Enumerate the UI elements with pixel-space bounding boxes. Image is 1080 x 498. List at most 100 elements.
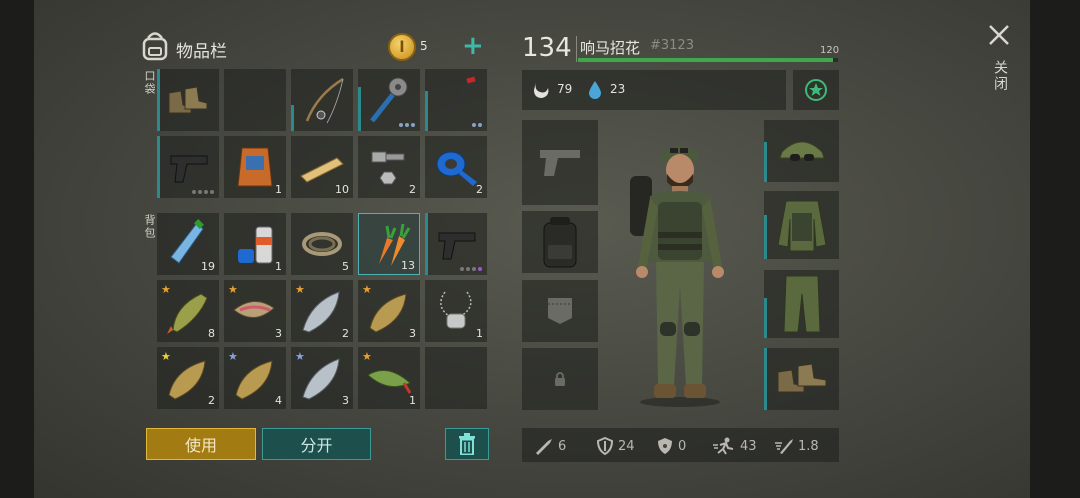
count: 13 bbox=[401, 259, 415, 272]
coin-icon: ⅼ bbox=[388, 33, 416, 61]
slot-dog-tags[interactable]: 1 bbox=[425, 280, 487, 342]
slot-pistol-2[interactable] bbox=[425, 213, 487, 275]
use-button[interactable]: 使用 bbox=[146, 428, 256, 460]
slot-pike[interactable]: ★ 1 bbox=[358, 347, 420, 409]
stat-defense-value: 24 bbox=[618, 438, 635, 454]
pants-slot[interactable] bbox=[764, 270, 839, 338]
water-drop-icon bbox=[589, 81, 601, 99]
spray-can-icon bbox=[238, 226, 273, 264]
slot-pistol[interactable] bbox=[157, 136, 219, 198]
military-cap-icon bbox=[779, 141, 825, 161]
star-badge-icon bbox=[805, 79, 827, 101]
slot-carrot-selected[interactable]: 13 bbox=[358, 213, 420, 275]
knife-icon bbox=[536, 439, 552, 455]
count: 1 bbox=[476, 327, 483, 340]
pocket-slot[interactable] bbox=[522, 280, 598, 342]
slot-trout[interactable]: ★ 3 bbox=[224, 280, 286, 342]
count: 19 bbox=[201, 260, 215, 273]
boots-icon bbox=[777, 363, 827, 393]
carp-fish-icon bbox=[168, 360, 206, 400]
salmon-fish-icon bbox=[302, 358, 340, 400]
count: 3 bbox=[409, 327, 416, 340]
slot-carp[interactable]: ★ 3 bbox=[358, 280, 420, 342]
running-icon bbox=[713, 437, 734, 455]
xp-max: 120 bbox=[820, 45, 840, 56]
slot-salmon-blue[interactable]: ★ 3 bbox=[291, 347, 353, 409]
close-label[interactable]: 关闭 bbox=[990, 60, 1010, 92]
player-name: 响马招花 bbox=[580, 39, 641, 57]
character-model bbox=[630, 146, 724, 407]
hunger-value: 79 bbox=[557, 82, 573, 96]
add-coins-button[interactable]: + bbox=[462, 32, 484, 60]
count: 3 bbox=[342, 394, 349, 407]
stomach-icon bbox=[534, 82, 549, 98]
slot-fish-feed[interactable]: 1 bbox=[224, 136, 286, 198]
backpack-icon bbox=[142, 32, 168, 61]
camo-jacket-icon bbox=[777, 200, 827, 252]
stat-rate-value: 1.8 bbox=[798, 438, 819, 454]
slot-carp-blue[interactable]: ★ 4 bbox=[224, 347, 286, 409]
count: 3 bbox=[275, 327, 282, 340]
slot-mace[interactable] bbox=[358, 69, 420, 131]
pike-fish-icon bbox=[367, 370, 412, 394]
xp-bar-fill bbox=[578, 58, 833, 62]
slot-carp-gold[interactable]: ★ 2 bbox=[157, 347, 219, 409]
count: 2 bbox=[342, 327, 349, 340]
slot-wood-planks[interactable]: 10 bbox=[291, 136, 353, 198]
crowbar-icon bbox=[437, 76, 478, 123]
slot-tape[interactable]: 2 bbox=[425, 136, 487, 198]
trash-icon bbox=[459, 433, 475, 455]
perch-fish-icon bbox=[167, 293, 208, 334]
carp-fish-icon bbox=[369, 293, 407, 333]
backpack-label: 背包 bbox=[143, 214, 156, 240]
inventory-title: 物品栏 bbox=[176, 42, 227, 62]
rope-icon bbox=[302, 232, 342, 256]
count: 5 bbox=[342, 260, 349, 273]
xp-bar bbox=[578, 58, 838, 62]
duct-tape-icon bbox=[436, 151, 477, 186]
stat-attack-value: 6 bbox=[558, 438, 567, 454]
dog-tags-icon bbox=[440, 291, 472, 329]
count: 1 bbox=[409, 394, 416, 407]
pistol-silhouette-icon bbox=[540, 150, 580, 176]
stat-defense: 24 bbox=[596, 437, 635, 455]
stat-speed-value: 43 bbox=[740, 438, 757, 454]
slot-perch[interactable]: ★ 8 bbox=[157, 280, 219, 342]
slot-rope[interactable]: 5 bbox=[291, 213, 353, 275]
stat-attack: 6 bbox=[534, 437, 566, 455]
slot-empty[interactable] bbox=[224, 69, 286, 131]
feed-bag-icon bbox=[237, 147, 273, 187]
slot-fishing-rod[interactable] bbox=[291, 69, 353, 131]
slot-empty[interactable] bbox=[425, 347, 487, 409]
split-button[interactable]: 分开 bbox=[262, 428, 371, 460]
close-icon[interactable] bbox=[988, 24, 1010, 46]
hat-slot[interactable] bbox=[764, 120, 839, 182]
slot-water[interactable]: 19 bbox=[157, 213, 219, 275]
count: 1 bbox=[275, 183, 282, 196]
weapon-slot[interactable] bbox=[522, 120, 598, 205]
boots-slot[interactable] bbox=[764, 348, 839, 410]
player-level: 134 bbox=[522, 33, 572, 63]
trout-fish-icon bbox=[233, 301, 275, 318]
backpack-icon bbox=[543, 217, 577, 268]
count: 1 bbox=[275, 260, 282, 273]
stat-radiation: 0 bbox=[656, 437, 686, 455]
count: 2 bbox=[476, 183, 483, 196]
pistol-icon bbox=[170, 155, 208, 183]
perk-button[interactable] bbox=[793, 70, 839, 110]
fishing-rod-icon bbox=[305, 77, 344, 124]
trash-button[interactable] bbox=[445, 428, 489, 460]
slot-spray[interactable]: 1 bbox=[224, 213, 286, 275]
coin-count: 5 bbox=[420, 39, 428, 53]
boots-icon bbox=[168, 86, 208, 114]
slot-salmon[interactable]: ★ 2 bbox=[291, 280, 353, 342]
backpack-slot[interactable] bbox=[522, 211, 598, 273]
slot-boots[interactable] bbox=[157, 69, 219, 131]
salmon-fish-icon bbox=[302, 291, 340, 333]
vest-slot[interactable] bbox=[764, 191, 839, 259]
slot-nuts-bolts[interactable]: 2 bbox=[358, 136, 420, 198]
count: 10 bbox=[335, 183, 349, 196]
stat-radiation-value: 0 bbox=[678, 438, 687, 454]
lock-icon bbox=[555, 372, 565, 386]
slot-crowbar[interactable] bbox=[425, 69, 487, 131]
